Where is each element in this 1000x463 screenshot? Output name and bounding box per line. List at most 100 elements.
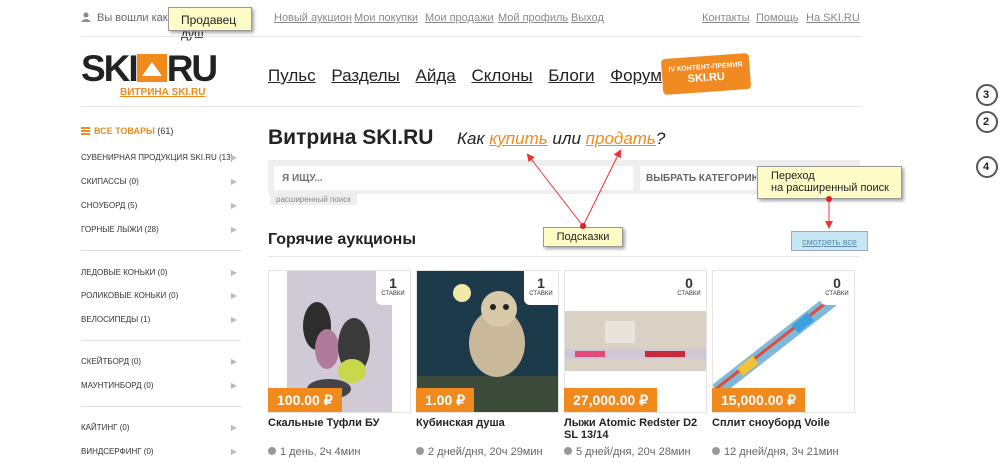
clock-icon [268,447,276,455]
bids-label: СТАВКИ [381,291,405,297]
howto-pre: Как [457,129,485,148]
time-left-text: 5 дней/дня, 20ч 28мин [576,446,691,458]
clock-icon [564,447,572,455]
sidebar-item-skateboard[interactable]: СКЕЙТБОРД (0) ▶ [81,357,243,369]
section-divider [268,256,860,257]
content-award-badge[interactable]: IV КОНТЕНТ-ПРЕМИЯ SKI.RU [660,52,752,96]
logo-text-left: SKI [81,48,139,89]
sidebar-item-label: РОЛИКОВЫЕ КОНЬКИ (0) [81,291,179,300]
sidebar-item-all[interactable]: ВСЕ ТОВАРЫ (61) [81,126,243,138]
contacts-link[interactable]: Контакты [702,12,750,24]
logo[interactable]: SKI RU ВИТРИНА SKI.RU [81,50,249,102]
clock-icon [712,447,720,455]
sidebar-item-snowboard[interactable]: СНОУБОРД (5) ▶ [81,201,243,213]
how-to-buy-link[interactable]: купить [489,129,547,148]
hints-note: Подсказки [543,227,623,247]
sidebar-item-souvenirs[interactable]: СУВЕНИРНАЯ ПРОДУКЦИЯ SKI.RU (13) ▶ [81,153,243,165]
time-left: 12 дней/дня, 3ч 21мин [712,446,839,458]
search-input[interactable] [274,166,633,190]
advanced-search-note: Переход на расширенный поиск [757,166,902,199]
sidebar-item-ski[interactable]: ГОРНЫЕ ЛЫЖИ (28) ▶ [81,225,243,237]
nav-ayda[interactable]: Айда [416,66,456,85]
bids-count: 1 [537,275,545,291]
how-to-line: Как купить или продать? [457,129,665,149]
chevron-right-icon: ▶ [230,201,237,210]
sidebar-item-kiting[interactable]: КАЙТИНГ (0) ▶ [81,423,243,435]
sidebar-item-mountainboard[interactable]: МАУНТИНБОРД (0) ▶ [81,381,243,393]
seller-note: Продавец душ [168,7,252,41]
product-title-link[interactable]: Сплит сноуборд Voile [712,417,855,429]
bids-label: СТАВКИ [529,291,553,297]
bids-badge: 0 СТАВКИ [672,271,706,305]
see-all-button[interactable]: смотреть все [791,231,868,251]
product-title-link[interactable]: Скальные Туфли БУ [268,417,411,429]
sidebar-item-label: СКЕЙТБОРД (0) [81,357,142,366]
how-to-sell-link[interactable]: продать [586,129,656,148]
logged-in-label: Вы вошли как: [97,12,171,24]
logo-subtitle[interactable]: ВИТРИНА SKI.RU [120,87,249,98]
numbered-marker: 3 [976,84,998,106]
sidebar-item-label: ГОРНЫЕ ЛЫЖИ (28) [81,225,159,234]
help-link[interactable]: Помощь [756,12,799,24]
numbered-marker: 2 [976,111,998,133]
clock-icon [416,447,424,455]
time-left-text: 2 дней/дня, 20ч 29мин [428,446,543,458]
sidebar-all-count: (61) [157,126,174,136]
sidebar-divider [81,340,241,341]
note-line2: на расширенный поиск [771,182,889,194]
numbered-marker: 4 [976,156,998,178]
time-left: 2 дней/дня, 20ч 29мин [416,446,543,458]
advanced-search-link[interactable]: расширенный поиск [270,194,357,205]
to-skiru-link[interactable]: На SKI.RU [806,12,860,24]
sidebar-item-windsurfing[interactable]: ВИНДСЕРФИНГ (0) ▶ [81,447,243,459]
sidebar-divider [81,250,241,251]
note-line1: Переход [771,170,815,182]
main-nav: Пульс Разделы Айда Склоны Блоги Форум [268,66,673,86]
sidebar-item-skipasses[interactable]: СКИПАССЫ (0) ▶ [81,177,243,189]
top-divider [81,36,861,37]
nav-pulse[interactable]: Пульс [268,66,316,85]
product-title-link[interactable]: Лыжи Atomic Redster D2 SL 13/14 [564,417,707,441]
bids-label: СТАВКИ [825,291,849,297]
sidebar-item-roller-skates[interactable]: РОЛИКОВЫЕ КОНЬКИ (0) ▶ [81,291,243,303]
time-left: 5 дней/дня, 20ч 28мин [564,446,691,458]
sidebar-item-label: СКИПАССЫ (0) [81,177,139,186]
nav-slopes[interactable]: Склоны [471,66,532,85]
chevron-right-icon: ▶ [230,291,237,300]
page-title: Витрина SKI.RU [268,126,434,149]
price-tag: 27,000.00 ₽ [564,388,658,412]
chevron-right-icon: ▶ [230,268,237,277]
nav-sections[interactable]: Разделы [331,66,399,85]
chevron-right-icon: ▶ [230,381,237,390]
top-bar: Вы вошли как: Продавец душ Новый аукцион… [81,6,861,41]
new-auction-link[interactable]: Новый аукцион [274,12,352,24]
sidebar-item-label: ВЕЛОСИПЕДЫ (1) [81,315,151,324]
mountain-icon [136,54,167,82]
bids-badge: 1 СТАВКИ [376,271,410,305]
my-profile-link[interactable]: Мой профиль [498,12,568,24]
sidebar-item-bicycles[interactable]: ВЕЛОСИПЕДЫ (1) ▶ [81,315,243,327]
sidebar-item-ice-skates[interactable]: ЛЕДОВЫЕ КОНЬКИ (0) ▶ [81,268,243,280]
logout-link[interactable]: Выход [571,12,604,24]
my-sales-link[interactable]: Мои продажи [425,12,494,24]
sidebar-item-label: ЛЕДОВЫЕ КОНЬКИ (0) [81,268,168,277]
bids-count: 0 [685,275,693,291]
list-icon [81,127,90,135]
product-title-link[interactable]: Кубинская душа [416,417,559,429]
howto-mid: или [552,129,581,148]
my-purchases-link[interactable]: Мои покупки [354,12,418,24]
header-divider [81,106,861,107]
bids-badge: 0 СТАВКИ [820,271,854,305]
category-select[interactable]: ВЫБРАТЬ КАТЕГОРИЮ [640,166,756,190]
sidebar-item-label: СУВЕНИРНАЯ ПРОДУКЦИЯ SKI.RU (13) [81,153,234,162]
time-left: 1 день, 2ч 4мин [268,446,360,458]
sidebar-item-label: МАУНТИНБОРД (0) [81,381,154,390]
chevron-right-icon: ▶ [230,225,237,234]
user-icon [81,12,91,22]
chevron-right-icon: ▶ [230,153,237,162]
nav-blogs[interactable]: Блоги [548,66,594,85]
nav-forum[interactable]: Форум [610,66,662,85]
time-left-text: 1 день, 2ч 4мин [280,446,361,458]
bids-label: СТАВКИ [677,291,701,297]
chevron-right-icon: ▶ [230,177,237,186]
